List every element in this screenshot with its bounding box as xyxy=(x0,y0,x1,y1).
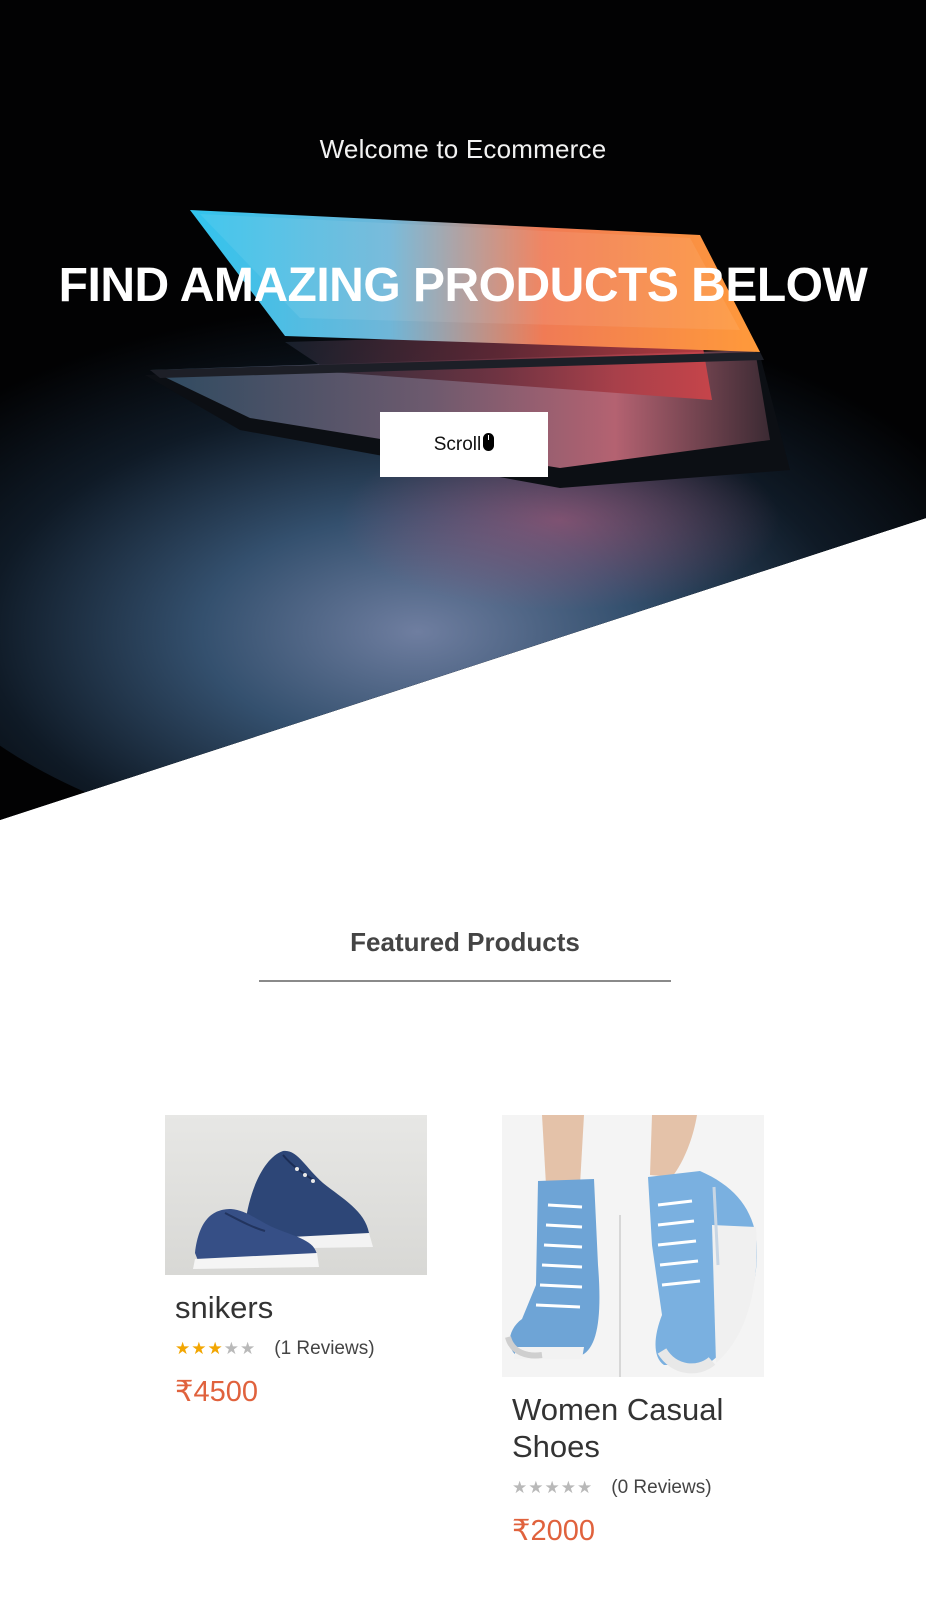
star-empty-icon: ★ xyxy=(240,1339,257,1358)
star-empty-icon: ★ xyxy=(528,1478,545,1497)
heading-divider xyxy=(259,980,671,982)
product-image-women-casual-shoes xyxy=(502,1115,764,1377)
star-empty-icon: ★ xyxy=(544,1478,561,1497)
review-count: (0 Reviews) xyxy=(611,1477,712,1498)
product-rating: ★★★★★ (0 Reviews) xyxy=(512,1477,764,1499)
product-name: Women Casual Shoes xyxy=(512,1392,724,1464)
scroll-button-label: Scroll xyxy=(433,433,482,455)
scroll-button[interactable]: Scroll xyxy=(380,412,548,477)
star-empty-icon: ★ xyxy=(512,1478,529,1497)
product-rating: ★★★★★ (1 Reviews) xyxy=(175,1338,427,1360)
star-empty-icon: ★ xyxy=(223,1339,240,1358)
featured-products-heading: Featured Products xyxy=(350,927,580,957)
hero-banner: Welcome to Ecommerce FIND AMAZING PRODUC… xyxy=(0,0,926,820)
star-rating: ★★★★★ xyxy=(175,1339,256,1359)
review-count: (1 Reviews) xyxy=(274,1338,375,1359)
laptop-hero-image xyxy=(0,0,926,820)
star-empty-icon: ★ xyxy=(577,1478,594,1497)
mouse-icon xyxy=(483,432,495,451)
hero-title: FIND AMAZING PRODUCTS BELOW xyxy=(58,259,868,312)
star-empty-icon: ★ xyxy=(560,1478,577,1497)
star-filled-icon: ★ xyxy=(191,1339,208,1358)
star-filled-icon: ★ xyxy=(207,1339,224,1358)
product-card-snikers[interactable]: snikers ★★★★★ (1 Reviews) ₹4500 xyxy=(165,1115,427,1409)
star-filled-icon: ★ xyxy=(175,1339,192,1358)
welcome-text: Welcome to Ecommerce xyxy=(319,134,607,164)
star-rating: ★★★★★ xyxy=(512,1478,593,1498)
product-image-snikers xyxy=(165,1115,427,1275)
product-card-women-casual-shoes[interactable]: Women Casual Shoes ★★★★★ (0 Reviews) ₹20… xyxy=(502,1115,764,1548)
product-name: snikers xyxy=(175,1290,274,1325)
product-price: ₹4500 xyxy=(175,1376,258,1408)
product-price: ₹2000 xyxy=(512,1515,595,1547)
